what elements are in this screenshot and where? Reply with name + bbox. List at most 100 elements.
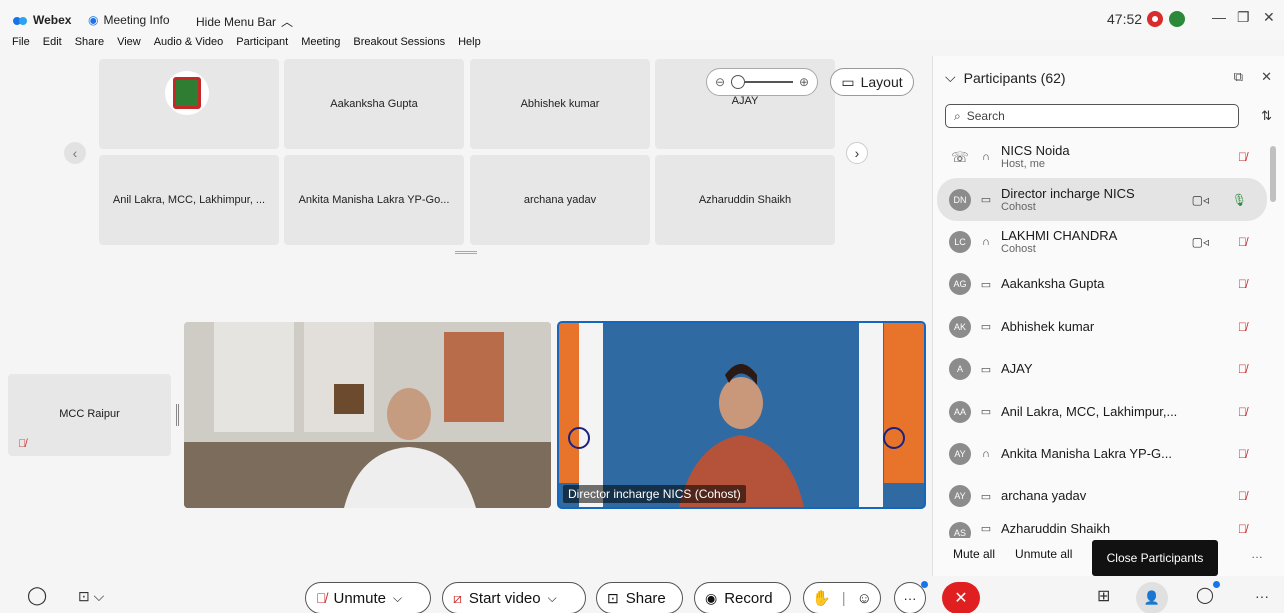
list-item[interactable]: ☏ ∩ NICS Noida Host, me 🎙̸ xyxy=(937,136,1267,178)
video-stream-1[interactable] xyxy=(184,322,551,508)
menu-file[interactable]: File xyxy=(12,36,30,56)
sort-icon[interactable]: ⇅ xyxy=(1261,108,1272,124)
tile-label: MCC Raipur xyxy=(59,408,120,420)
more-panels-icon[interactable]: ··· xyxy=(1255,588,1269,604)
desktop-icon: ▭ xyxy=(980,406,992,419)
menu-view[interactable]: View xyxy=(117,36,141,56)
chevron-down-icon[interactable]: ⌵ xyxy=(548,591,557,606)
list-item[interactable]: DN ▭ Director incharge NICS Cohost ▢◃ 🎙 xyxy=(937,178,1267,221)
mic-on-icon[interactable]: 🎙 xyxy=(1232,193,1247,207)
meeting-info-button[interactable]: ◉ Meeting Info xyxy=(88,13,170,27)
participant-name: LAKHMI CHANDRA xyxy=(1001,227,1118,243)
record-label: Record xyxy=(724,589,773,607)
webex-app-menu[interactable]: Webex xyxy=(12,13,71,27)
grid-prev-page-icon[interactable]: ‹ xyxy=(64,142,86,164)
raise-hand-icon[interactable]: ✋ xyxy=(812,589,831,607)
muted-locked-mic-icon[interactable]: 🎙̸ xyxy=(1238,405,1247,419)
menu-meeting[interactable]: Meeting xyxy=(301,36,340,56)
muted-locked-mic-icon[interactable]: 🎙̸ xyxy=(1238,489,1247,503)
zoom-in-icon[interactable]: ⊕ xyxy=(799,75,809,89)
participant-search-input[interactable]: ⌕ Search xyxy=(945,104,1239,128)
minimize-icon[interactable]: — xyxy=(1212,9,1226,25)
video-stream-2-active-speaker[interactable]: Director incharge NICS (Cohost) xyxy=(557,321,926,509)
scroll-thumb[interactable] xyxy=(1270,146,1276,202)
camera-icon[interactable]: ▢◃ xyxy=(1192,193,1209,207)
mute-all-button[interactable]: Mute all xyxy=(953,547,995,561)
zoom-slider[interactable]: ⊖ ⊕ xyxy=(706,68,818,96)
tile-label: Aakanksha Gupta xyxy=(330,98,418,110)
menu-audio-video[interactable]: Audio & Video xyxy=(154,36,224,56)
list-item[interactable]: AY ∩ Ankita Manisha Lakra YP-G... 🎙̸ xyxy=(937,433,1267,475)
muted-locked-mic-icon[interactable]: 🎙̸ xyxy=(1238,277,1247,291)
menu-edit[interactable]: Edit xyxy=(43,36,62,56)
avatar: AK xyxy=(949,315,971,338)
headset-icon: ∩ xyxy=(982,447,990,460)
muted-locked-mic-icon[interactable]: 🎙̸ xyxy=(1238,362,1247,376)
start-video-button[interactable]: ⧄ Start video ⌵ xyxy=(442,582,586,613)
menu-share[interactable]: Share xyxy=(75,36,104,56)
list-item[interactable]: AG ▭ Aakanksha Gupta 🎙̸ xyxy=(937,263,1267,305)
captions-icon[interactable]: ⊡ ⌵ xyxy=(78,588,104,605)
participant-list-scrollbar[interactable] xyxy=(1270,136,1276,526)
apps-icon[interactable]: ⊞ xyxy=(1097,586,1110,606)
restore-icon[interactable]: ❐ xyxy=(1237,9,1250,26)
network-status-icon[interactable] xyxy=(1169,11,1185,27)
participant-tile-mcc-raipur[interactable]: MCC Raipur 🎙̸ xyxy=(8,374,171,456)
participant-tile[interactable]: Aakanksha Gupta xyxy=(284,59,464,149)
host-phone-icon: ☏ xyxy=(951,148,969,165)
hide-menu-bar-button[interactable]: Hide Menu Bar ︿ xyxy=(196,13,293,30)
list-item[interactable]: AY ▭ archana yadav 🎙̸ xyxy=(937,475,1267,517)
share-button[interactable]: ⊡ Share xyxy=(596,582,683,613)
participant-name: Anil Lakra, MCC, Lakhimpur,... xyxy=(1001,403,1178,419)
recording-indicator-icon[interactable] xyxy=(1147,11,1163,27)
list-item[interactable]: LC ∩ LAKHMI CHANDRA Cohost ▢◃ 🎙̸ xyxy=(937,221,1267,263)
participant-name: Director incharge NICS xyxy=(1001,185,1135,201)
participant-tile[interactable]: Abhishek kumar xyxy=(470,59,650,149)
headset-icon: ∩ xyxy=(982,151,990,164)
zoom-out-icon[interactable]: ⊖ xyxy=(715,75,725,89)
menu-breakout-sessions[interactable]: Breakout Sessions xyxy=(353,36,445,56)
participants-title: Participants (62) xyxy=(963,69,1066,86)
zoom-knob[interactable] xyxy=(731,75,746,89)
desktop-icon: ▭ xyxy=(980,321,992,334)
unmute-all-button[interactable]: Unmute all xyxy=(1015,547,1072,561)
pop-out-icon[interactable]: ⧉ xyxy=(1234,69,1243,85)
participant-tile[interactable] xyxy=(99,59,279,149)
avatar: AG xyxy=(949,273,971,296)
menu-participant[interactable]: Participant xyxy=(236,36,288,56)
chevron-down-icon[interactable]: ⌵ xyxy=(393,591,402,606)
leave-meeting-button[interactable]: ✕ xyxy=(942,582,980,613)
muted-locked-mic-icon[interactable]: 🎙̸ xyxy=(1238,320,1247,334)
record-button[interactable]: ◉ Record xyxy=(694,582,791,613)
layout-button[interactable]: ▭ Layout xyxy=(830,68,914,96)
muted-locked-mic-icon[interactable]: 🎙̸ xyxy=(1238,447,1247,461)
zoom-track[interactable] xyxy=(731,75,793,89)
participants-button[interactable]: 👤 xyxy=(1136,582,1168,613)
video-frame-image xyxy=(559,323,924,507)
close-window-icon[interactable]: ✕ xyxy=(1263,9,1275,26)
camera-icon[interactable]: ▢◃ xyxy=(1192,235,1209,249)
muted-mic-icon[interactable]: 🎙̸ xyxy=(1238,235,1247,249)
close-panel-icon[interactable]: ✕ xyxy=(1261,69,1272,85)
video-off-icon: ⧄ xyxy=(453,589,462,606)
unmute-button[interactable]: 🎙̸ Unmute ⌵ xyxy=(305,582,431,613)
audio-connection-icon[interactable]: ◯ xyxy=(27,585,47,606)
grid-next-page-icon[interactable]: › xyxy=(846,142,868,164)
list-item[interactable]: A ▭ AJAY 🎙̸ xyxy=(937,348,1267,390)
menu-help[interactable]: Help xyxy=(458,36,481,56)
more-options-icon[interactable]: … xyxy=(1251,547,1263,561)
participant-tile[interactable]: archana yadav xyxy=(470,155,650,245)
list-item[interactable]: AK ▭ Abhishek kumar 🎙̸ xyxy=(937,306,1267,348)
chat-icon[interactable]: ◯ xyxy=(1196,585,1214,605)
muted-mic-icon[interactable]: 🎙̸ xyxy=(1238,150,1247,164)
tile-label: Anil Lakra, MCC, Lakhimpur, ... xyxy=(112,194,266,206)
participant-tile[interactable]: Anil Lakra, MCC, Lakhimpur, ... xyxy=(99,155,279,245)
chevron-down-icon[interactable]: ⌵ xyxy=(945,69,956,86)
list-item[interactable]: AA ▭ Anil Lakra, MCC, Lakhimpur,... 🎙̸ xyxy=(937,390,1267,432)
stage-divider-handle[interactable] xyxy=(176,404,179,426)
participant-tile[interactable]: Ankita Manisha Lakra YP-Go... xyxy=(284,155,464,245)
grid-resize-handle[interactable] xyxy=(455,251,477,254)
emoji-reaction-icon[interactable]: ☺ xyxy=(857,590,872,607)
participants-header[interactable]: ⌵ Participants (62) xyxy=(945,69,1066,86)
participant-tile[interactable]: Azharuddin Shaikh xyxy=(655,155,835,245)
